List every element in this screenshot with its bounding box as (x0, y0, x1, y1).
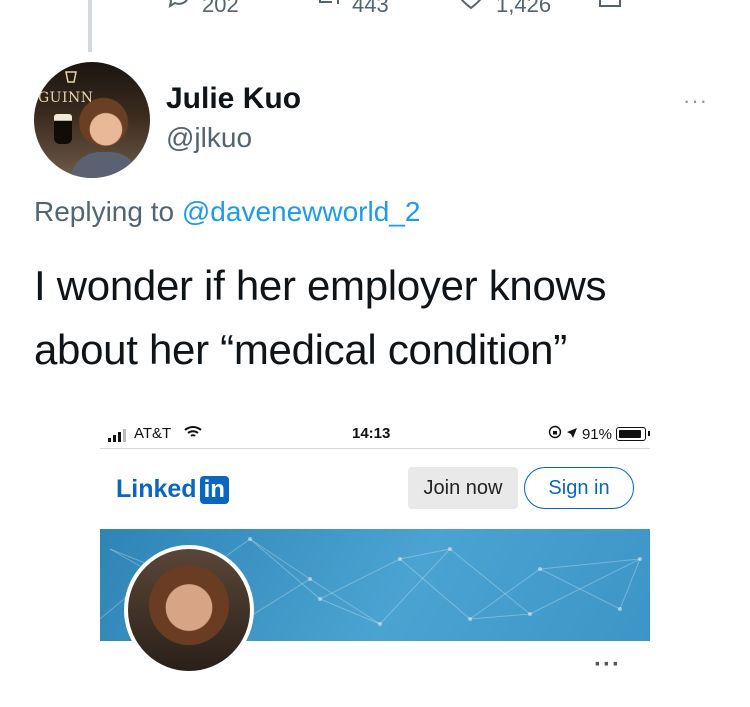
phone-status-bar: AT&T 14:13 91% (100, 415, 650, 449)
signal-icon (108, 429, 126, 442)
retweet-icon (316, 0, 342, 16)
retweet-action[interactable]: 443 (316, 0, 389, 16)
author-avatar[interactable]: GUINN (34, 62, 150, 178)
location-arrow-icon (566, 426, 578, 443)
harp-logo-icon (64, 70, 78, 84)
author-handle[interactable]: @jlkuo (166, 122, 252, 154)
status-time: 14:13 (352, 425, 391, 442)
reply-icon (166, 0, 192, 16)
linkedin-logo-word: Linked (116, 475, 197, 503)
tweet-more-icon[interactable]: ··· (683, 88, 708, 114)
orientation-lock-icon (548, 425, 562, 443)
attached-screenshot[interactable]: AT&T 14:13 91% Linked in Join now Sign i… (100, 415, 650, 707)
share-icon (596, 0, 624, 16)
sign-in-button[interactable]: Sign in (524, 467, 634, 509)
heart-icon (456, 0, 486, 16)
profile-more-icon[interactable]: ··· (594, 651, 621, 679)
reply-action[interactable]: 202 (166, 0, 239, 16)
battery-percent: 91% (581, 425, 612, 443)
linkedin-logo[interactable]: Linked in (116, 475, 229, 504)
author-name[interactable]: Julie Kuo (166, 82, 301, 116)
like-count: 1,426 (496, 0, 552, 17)
reply-count: 202 (202, 0, 239, 17)
avatar-shirt (70, 152, 140, 178)
thread-connector-line (88, 0, 92, 52)
battery-icon (616, 427, 650, 441)
replying-to-line: Replying to @davenewworld_2 (34, 196, 420, 228)
linkedin-profile-photo[interactable] (124, 545, 254, 675)
replying-to-prefix: Replying to (34, 196, 175, 227)
replying-to-mention[interactable]: @davenewworld_2 (182, 196, 421, 227)
tweet-text: I wonder if her employer knows about her… (34, 262, 607, 373)
retweet-count: 443 (352, 0, 389, 17)
carrier-label: AT&T (134, 425, 172, 442)
beer-glass (54, 114, 72, 144)
wifi-icon (184, 425, 202, 439)
share-action[interactable] (596, 0, 634, 16)
linkedin-logo-box: in (199, 475, 229, 504)
avatar-sign-text: GUINN (38, 90, 94, 106)
join-now-button[interactable]: Join now (408, 467, 518, 509)
like-action[interactable]: 1,426 (456, 0, 551, 16)
linkedin-header: Linked in Join now Sign in (100, 449, 650, 529)
status-right-group: 91% (548, 425, 650, 443)
